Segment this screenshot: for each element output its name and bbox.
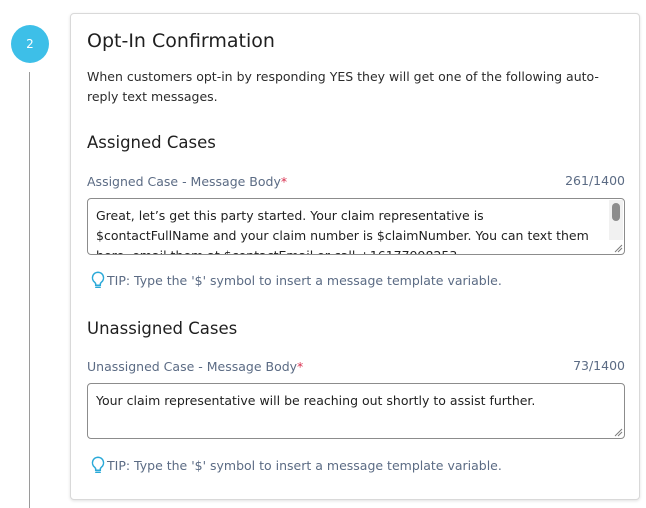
unassigned-message-label: Unassigned Case - Message Body* — [87, 359, 303, 374]
textarea-scrollbar[interactable] — [609, 200, 623, 240]
assigned-cases-heading: Assigned Cases — [87, 133, 216, 152]
unassigned-message-label-text: Unassigned Case - Message Body — [87, 359, 298, 374]
opt-in-confirmation-card: Opt-In Confirmation When customers opt-i… — [70, 13, 640, 500]
step-number: 2 — [26, 37, 34, 51]
card-description: When customers opt-in by responding YES … — [87, 69, 599, 104]
assigned-tip-text: TIP: Type the '$' symbol to insert a mes… — [107, 272, 502, 288]
unassigned-message-textarea[interactable]: Your claim representative will be reachi… — [87, 383, 625, 439]
assigned-char-count: 261/1400 — [565, 173, 625, 188]
resize-grip-icon[interactable] — [613, 243, 623, 253]
required-asterisk: * — [280, 174, 288, 189]
assigned-tip: TIP: Type the '$' symbol to insert a mes… — [89, 270, 502, 290]
assigned-message-textarea[interactable]: Great, let’s get this party started. You… — [87, 198, 625, 255]
unassigned-cases-heading: Unassigned Cases — [87, 319, 238, 338]
required-asterisk: * — [297, 359, 304, 374]
lightbulb-icon — [91, 271, 105, 289]
card-title: Opt-In Confirmation — [87, 30, 275, 52]
step-number-badge: 2 — [11, 25, 49, 63]
page: 2 Opt-In Confirmation When customers opt… — [0, 0, 646, 508]
resize-grip-icon[interactable] — [613, 427, 623, 437]
unassigned-char-count: 73/1400 — [573, 358, 625, 373]
lightbulb-icon — [91, 456, 105, 474]
assigned-message-text: Great, let’s get this party started. You… — [96, 208, 589, 254]
step-connector-line — [29, 72, 30, 508]
scrollbar-thumb[interactable] — [612, 203, 620, 221]
unassigned-tip-text: TIP: Type the '$' symbol to insert a mes… — [107, 457, 502, 473]
assigned-message-label-text: Assigned Case - Message Body — [87, 174, 281, 189]
unassigned-message-text: Your claim representative will be reachi… — [96, 393, 536, 408]
unassigned-tip: TIP: Type the '$' symbol to insert a mes… — [89, 455, 502, 475]
assigned-message-label: Assigned Case - Message Body* — [87, 174, 287, 189]
